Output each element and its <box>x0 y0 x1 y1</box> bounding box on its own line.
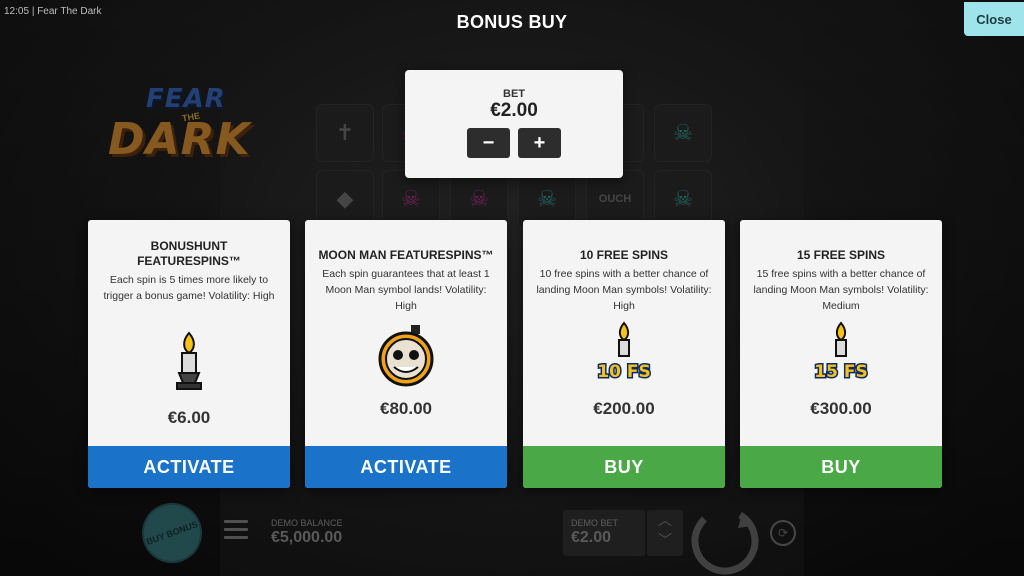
10-fs-candle-icon: 10 FS <box>523 318 725 388</box>
activate-button[interactable]: ACTIVATE <box>305 446 507 488</box>
card-title: 10 FREE SPINS <box>579 248 669 262</box>
bonus-card-15-free-spins: 15 FREE SPINS 15 free spins with a bette… <box>740 220 942 488</box>
card-title: BONUSHUNT FEATURESPINS™ <box>137 239 241 268</box>
buy-button[interactable]: BUY <box>740 446 942 488</box>
card-description: 10 free spins with a better chance of la… <box>536 268 712 312</box>
activate-button[interactable]: ACTIVATE <box>88 446 290 488</box>
bet-label: BET <box>503 88 525 100</box>
buy-button[interactable]: BUY <box>523 446 725 488</box>
icon-label: 10 FS <box>597 362 650 382</box>
moon-man-icon <box>305 320 507 390</box>
icon-label: 15 FS <box>814 362 867 382</box>
bonus-card-bonushunt: BONUSHUNT FEATURESPINS™ Each spin is 5 t… <box>88 220 290 488</box>
candle-icon <box>88 328 290 398</box>
page-title: BONUS BUY <box>456 12 568 32</box>
card-price: €6.00 <box>167 408 211 427</box>
close-button[interactable]: Close <box>964 2 1024 36</box>
bonus-card-moon-man: MOON MAN FEATURESPINS™ Each spin guarant… <box>305 220 507 488</box>
card-title: 15 FREE SPINS <box>796 248 886 262</box>
card-price: €300.00 <box>810 399 872 418</box>
15-fs-candle-icon: 15 FS <box>740 318 942 388</box>
bet-value: €2.00 <box>490 100 538 121</box>
card-title: MOON MAN FEATURESPINS™ <box>318 248 494 262</box>
card-description: Each spin is 5 times more likely to trig… <box>103 274 275 302</box>
card-price: €80.00 <box>380 399 432 418</box>
card-price: €200.00 <box>593 399 655 418</box>
bonus-card-10-free-spins: 10 FREE SPINS 10 free spins with a bette… <box>523 220 725 488</box>
bet-panel: BET €2.00 − + <box>405 70 623 178</box>
card-description: Each spin guarantees that at least 1 Moo… <box>322 268 490 312</box>
decrease-bet-button[interactable]: − <box>467 128 510 158</box>
increase-bet-button[interactable]: + <box>518 128 561 158</box>
card-description: 15 free spins with a better chance of la… <box>753 268 929 312</box>
